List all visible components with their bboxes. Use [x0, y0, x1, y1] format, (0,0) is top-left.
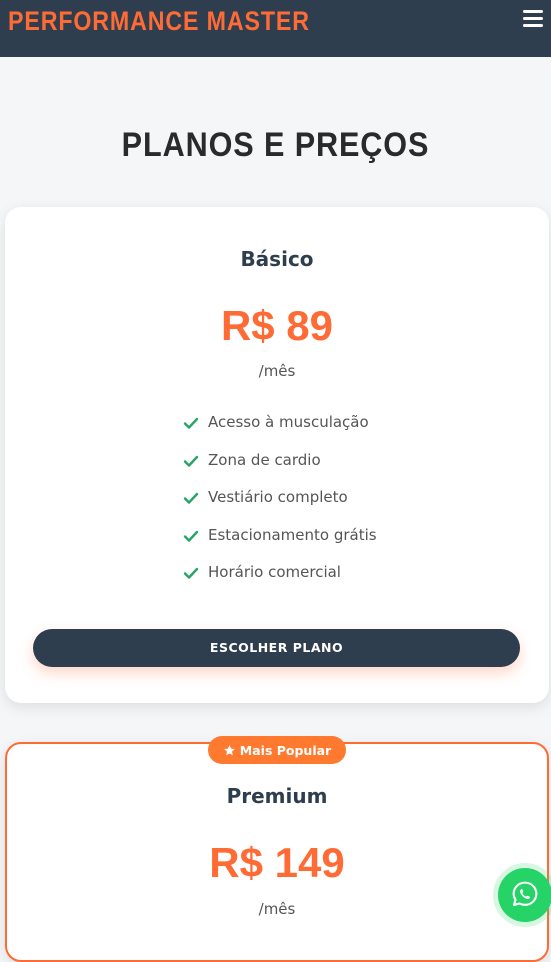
- plan-period: /mês: [258, 900, 296, 918]
- plan-card-basico: Básico R$ 89 /mês Acesso à musculação Zo…: [5, 207, 549, 703]
- section-title: PLANOS E PREÇOS: [121, 126, 430, 164]
- plan-name: Premium: [226, 784, 328, 808]
- feature-label: Estacionamento grátis: [208, 525, 377, 544]
- site-header: PERFORMANCE MASTER: [0, 0, 551, 57]
- whatsapp-glyph: [512, 881, 538, 906]
- feature-item: Horário comercial: [183, 563, 377, 601]
- check-icon: [183, 492, 199, 504]
- feature-list: Acesso à musculação Zona de cardio Vesti…: [183, 413, 377, 601]
- plan-name: Básico: [240, 247, 314, 271]
- feature-label: Acesso à musculação: [208, 413, 369, 431]
- plan-price: R$ 149: [209, 839, 345, 886]
- feature-item: Zona de cardio: [183, 451, 377, 489]
- feature-item: Estacionamento grátis: [183, 526, 377, 564]
- star-icon: [223, 744, 235, 755]
- feature-item: Acesso à musculação: [183, 413, 377, 451]
- feature-label: Zona de cardio: [208, 450, 321, 469]
- check-icon: [183, 530, 199, 542]
- check-icon: [183, 455, 199, 467]
- choose-plan-button[interactable]: ESCOLHER PLANO: [33, 629, 520, 667]
- brand-logo[interactable]: PERFORMANCE MASTER: [8, 6, 310, 37]
- feature-item: Vestiário completo: [183, 488, 377, 526]
- plan-period: /mês: [258, 362, 296, 380]
- plan-price: R$ 89: [220, 302, 334, 349]
- check-icon: [183, 567, 199, 579]
- plan-card-premium: Premium R$ 149 /mês: [5, 742, 549, 962]
- badge-label: Mais Popular: [239, 742, 332, 758]
- feature-label: Vestiário completo: [208, 488, 348, 506]
- check-icon: [183, 417, 199, 429]
- feature-label: Horário comercial: [208, 563, 341, 581]
- most-popular-badge: Mais Popular: [208, 736, 346, 764]
- hamburger-menu-icon[interactable]: [523, 9, 543, 27]
- whatsapp-icon[interactable]: [498, 868, 551, 922]
